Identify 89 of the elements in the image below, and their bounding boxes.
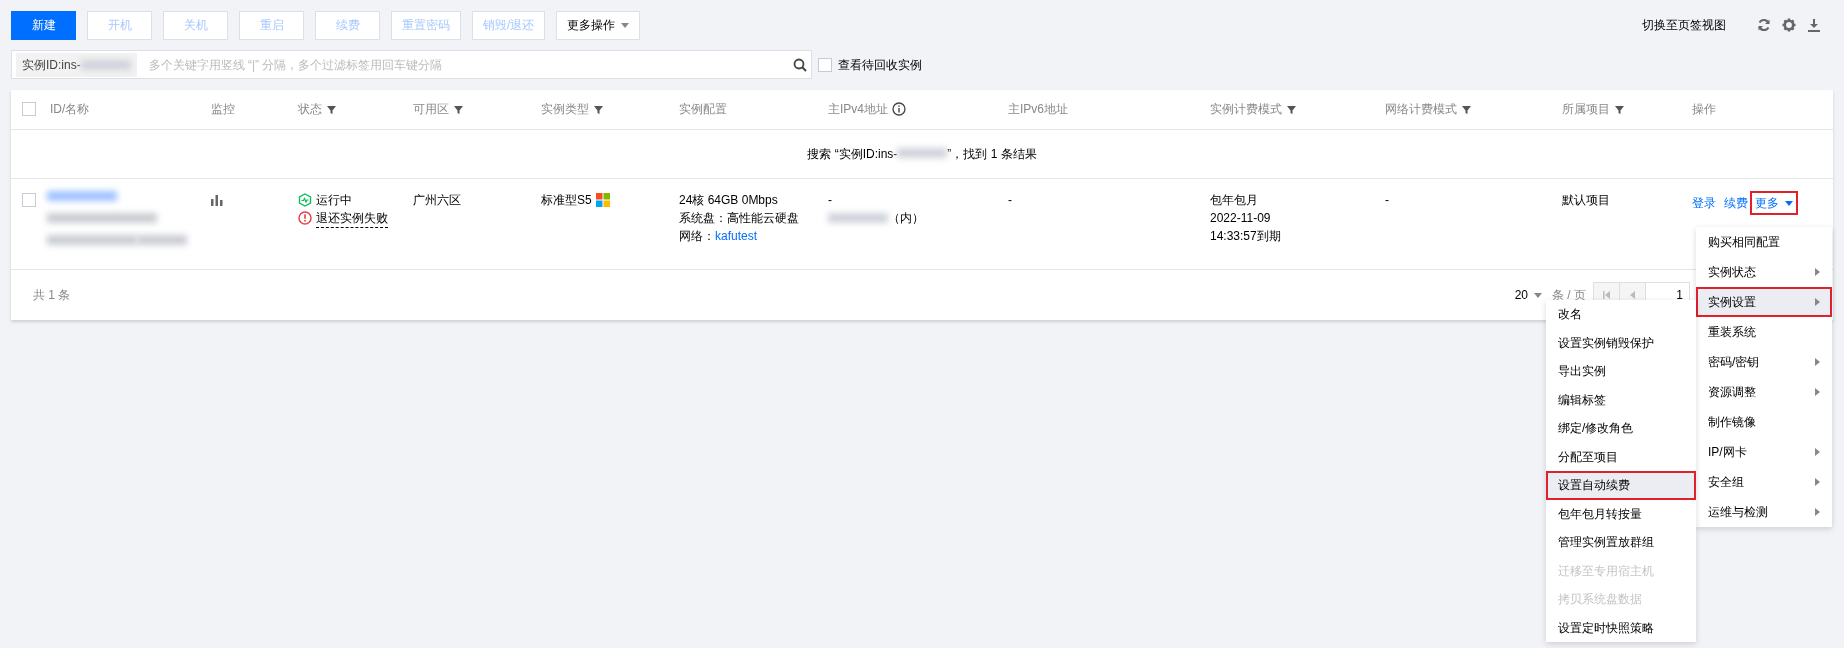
- menu-item[interactable]: 管理实例置放群组: [1546, 528, 1696, 557]
- bar-chart-icon[interactable]: [211, 194, 223, 207]
- more-dropdown-link[interactable]: 更多: [1750, 190, 1798, 215]
- column-header: 监控: [211, 101, 235, 119]
- total-count-text: 共 1 条: [33, 286, 71, 304]
- toolbar-button[interactable]: 新建: [11, 10, 76, 40]
- filter-icon[interactable]: [1286, 103, 1297, 115]
- error-icon: [298, 211, 312, 225]
- menu-item[interactable]: 导出实例: [1546, 357, 1696, 386]
- filter-icon[interactable]: [1614, 103, 1625, 115]
- menu-item[interactable]: 设置定时快照策略: [1546, 613, 1696, 642]
- column-header: 主IPv6地址: [1008, 101, 1068, 119]
- row-checkbox[interactable]: [22, 192, 36, 207]
- menu-item[interactable]: 密码/密钥: [1696, 347, 1832, 377]
- billing-text: 包年包月: [1210, 191, 1259, 209]
- search-field[interactable]: 实例ID:ins- 多个关键字用竖线 “|” 分隔，多个过滤标签用回车键分隔: [11, 50, 812, 79]
- submenu-arrow-icon: [1815, 268, 1820, 276]
- project-text: 默认项目: [1562, 192, 1610, 207]
- column-header: ID/名称: [50, 101, 90, 119]
- running-status-icon: [298, 192, 312, 207]
- search-icon[interactable]: [793, 57, 807, 72]
- action-link[interactable]: 登录: [1692, 193, 1716, 212]
- filter-icon[interactable]: [453, 103, 464, 115]
- blurred-text: [80, 59, 131, 70]
- submenu-arrow-icon: [1815, 298, 1820, 306]
- previous-page-icon: [1629, 290, 1636, 299]
- menu-item[interactable]: 运维与检测: [1696, 497, 1832, 527]
- status-error-text[interactable]: 退还实例失败: [316, 208, 388, 228]
- menu-item[interactable]: 重装系统: [1696, 317, 1832, 347]
- view-switch-link[interactable]: 切换至页签视图: [1642, 16, 1726, 34]
- menu-item[interactable]: 安全组: [1696, 467, 1832, 497]
- zone-text: 广州六区: [413, 192, 461, 207]
- column-header: 状态: [298, 101, 322, 119]
- menu-item[interactable]: 编辑标签: [1546, 385, 1696, 414]
- config-text: 系统盘：高性能云硬盘: [679, 209, 800, 227]
- menu-item[interactable]: 包年包月转按量: [1546, 499, 1696, 528]
- action-link[interactable]: 续费: [1724, 193, 1748, 212]
- ip-suffix-text: （内）: [888, 209, 924, 227]
- filter-icon[interactable]: [1461, 103, 1472, 115]
- menu-item[interactable]: IP/网卡: [1696, 437, 1832, 467]
- menu-item[interactable]: 分配至项目: [1546, 442, 1696, 471]
- filter-tag[interactable]: 实例ID:ins-: [16, 52, 137, 77]
- info-icon[interactable]: [892, 102, 906, 117]
- column-header: 实例类型: [541, 101, 589, 119]
- column-header: 网络计费模式: [1385, 101, 1457, 119]
- ipv6-text: -: [1008, 192, 1012, 207]
- menu-item[interactable]: 设置自动续费: [1546, 471, 1696, 500]
- column-header: 可用区: [413, 101, 449, 119]
- column-header: 实例计费模式: [1210, 101, 1282, 119]
- status-text: 运行中: [316, 191, 352, 209]
- menu-item[interactable]: 制作镜像: [1696, 407, 1832, 437]
- refresh-icon[interactable]: [1757, 18, 1771, 32]
- menu-item[interactable]: 实例设置: [1696, 287, 1832, 317]
- submenu-arrow-icon: [1815, 448, 1820, 456]
- net-billing-text: -: [1385, 192, 1389, 207]
- menu-item[interactable]: 购买相同配置: [1696, 227, 1832, 257]
- menu-item[interactable]: 实例状态: [1696, 257, 1832, 287]
- menu-item[interactable]: 资源调整: [1696, 377, 1832, 407]
- submenu-arrow-icon: [1815, 388, 1820, 396]
- select-all-checkbox[interactable]: [22, 102, 36, 117]
- page-size-select[interactable]: 20: [1514, 285, 1542, 304]
- filter-icon[interactable]: [593, 103, 604, 115]
- filter-icon[interactable]: [326, 103, 337, 115]
- column-header: 主IPv4地址: [828, 101, 888, 119]
- first-page-icon: [1602, 290, 1611, 299]
- checkbox-label: 查看待回收实例: [838, 56, 922, 74]
- submenu-arrow-icon: [1815, 478, 1820, 486]
- search-result-message: 搜索 “实例ID:ins- ”，找到 1 条结果: [807, 145, 1037, 163]
- windows-logo-icon: [595, 192, 610, 207]
- network-label: 网络：: [679, 228, 715, 243]
- menu-item[interactable]: 设置实例销毁保护: [1546, 328, 1696, 357]
- dropdown-button[interactable]: 更多操作: [556, 10, 641, 40]
- ipv4-text: -: [828, 191, 833, 209]
- column-header: 所属项目: [1562, 101, 1610, 119]
- column-header: 实例配置: [679, 101, 727, 119]
- blurred-text: [897, 147, 948, 158]
- instance-type-text: 标准型S5: [541, 191, 592, 209]
- billing-text: 2022-11-09: [1210, 209, 1272, 227]
- config-text: 24核 64GB 0Mbps: [679, 191, 779, 209]
- submenu-arrow-icon: [1815, 508, 1820, 516]
- recycle-checkbox[interactable]: [818, 57, 832, 72]
- download-icon[interactable]: [1807, 18, 1821, 32]
- settings-icon[interactable]: [1782, 18, 1796, 32]
- submenu-arrow-icon: [1815, 358, 1820, 366]
- column-header: 操作: [1692, 101, 1716, 119]
- menu-item[interactable]: 绑定/修改角色: [1546, 414, 1696, 443]
- billing-text: 14:33:57到期: [1210, 227, 1282, 245]
- network-link[interactable]: kafutest: [715, 228, 758, 243]
- blurred-ip-address: [828, 212, 888, 223]
